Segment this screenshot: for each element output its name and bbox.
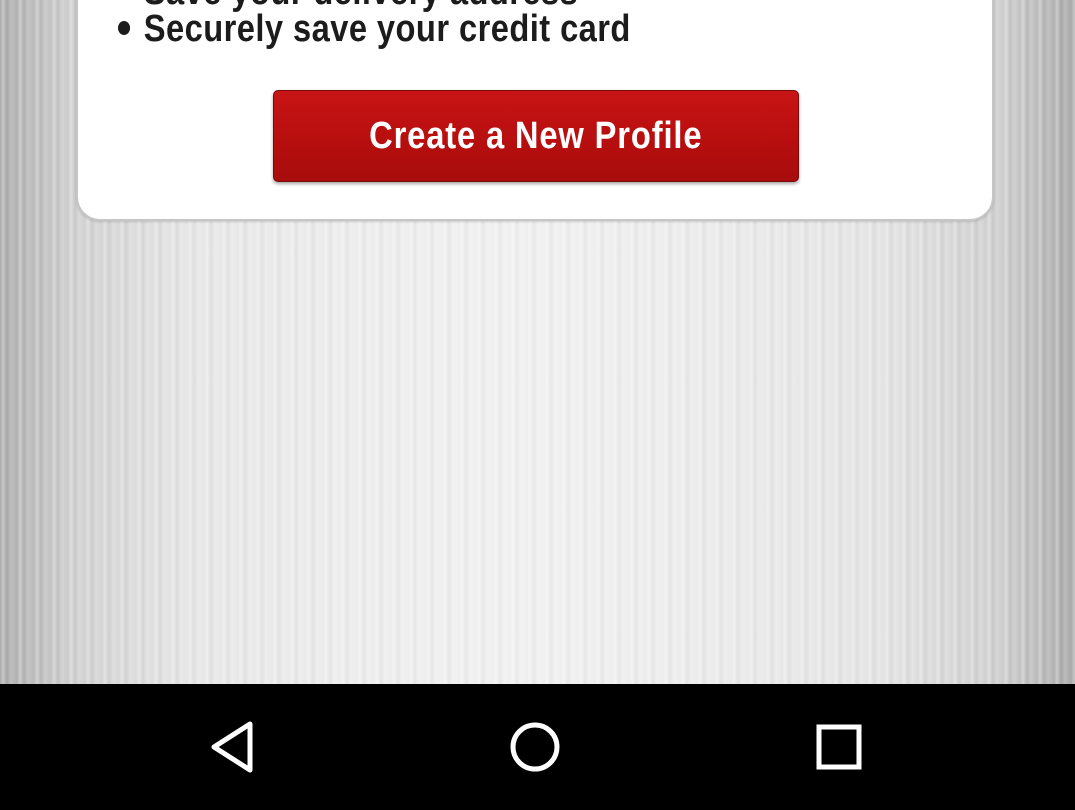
home-button[interactable] <box>495 707 575 787</box>
benefit-text: Securely save your credit card <box>143 8 631 50</box>
circle-home-icon <box>510 722 560 772</box>
create-new-profile-button[interactable]: Create a New Profile <box>273 90 799 182</box>
benefit-item-credit-card: Securely save your credit card <box>118 8 631 51</box>
bullet-icon <box>118 20 131 35</box>
profile-benefits-card: Save your delivery address Securely save… <box>76 0 994 221</box>
app-screen: Save your delivery address Securely save… <box>0 0 1075 810</box>
square-recents-icon <box>816 724 862 770</box>
back-button[interactable] <box>193 707 273 787</box>
system-navigation-bar <box>0 684 1075 810</box>
brushed-metal-background: Save your delivery address Securely save… <box>0 0 1075 684</box>
triangle-back-icon <box>211 721 253 773</box>
recents-button[interactable] <box>799 707 879 787</box>
create-new-profile-label: Create a New Profile <box>369 114 703 157</box>
